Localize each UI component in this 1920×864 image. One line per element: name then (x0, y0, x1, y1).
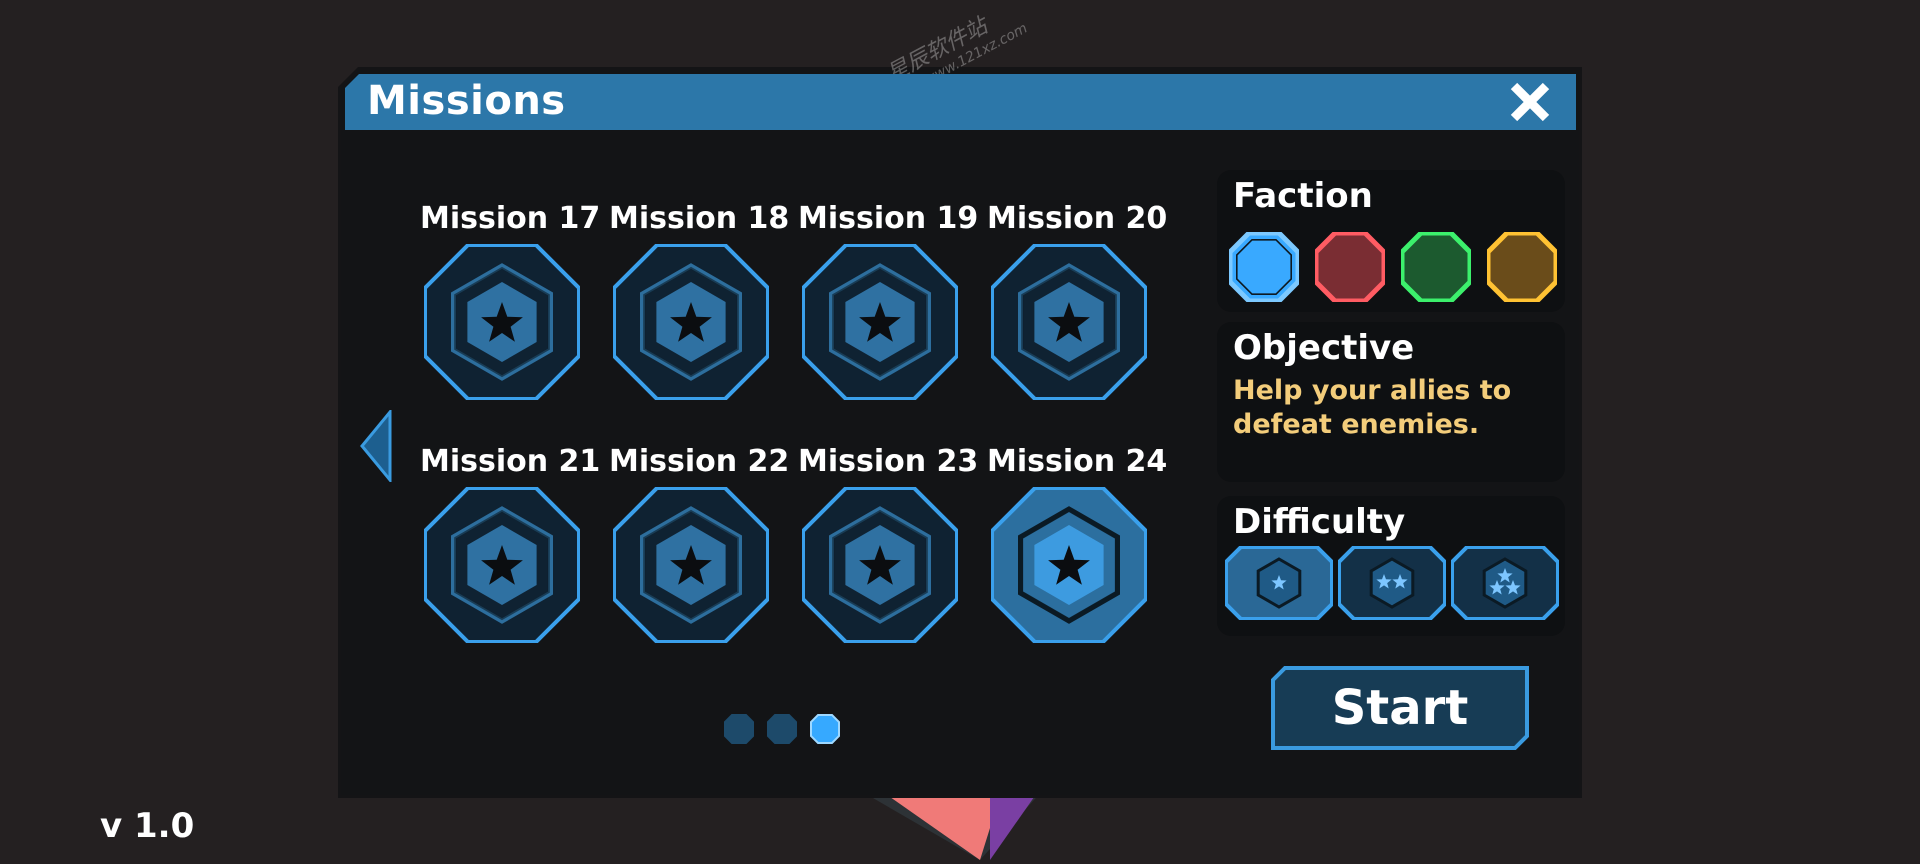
mission-badge-icon (802, 487, 958, 643)
difficulty-3-star-button[interactable] (1451, 546, 1559, 620)
mission-badge-icon (424, 244, 580, 400)
version-label: v 1.0 (100, 806, 195, 846)
mission-tile[interactable]: Mission 18 (609, 198, 790, 408)
faction-green-button[interactable] (1401, 232, 1471, 302)
start-button[interactable]: Start (1271, 666, 1529, 750)
difficulty-title: Difficulty (1233, 502, 1406, 542)
mission-label: Mission 21 (420, 444, 601, 479)
page-dot[interactable] (724, 714, 754, 744)
mission-label: Mission 23 (798, 444, 979, 479)
mission-label: Mission 24 (987, 444, 1168, 479)
faction-blue-button[interactable] (1229, 232, 1299, 302)
previous-page-arrow-icon[interactable] (360, 410, 394, 482)
mission-tile[interactable]: Mission 20 (987, 198, 1168, 408)
mission-badge-icon (802, 244, 958, 400)
page-dot[interactable] (767, 714, 797, 744)
mission-label: Mission 18 (609, 201, 790, 236)
faction-panel: Faction (1217, 170, 1565, 312)
objective-title: Objective (1233, 328, 1415, 368)
mission-tile[interactable]: Mission 22 (609, 441, 790, 651)
mission-badge-icon (991, 487, 1147, 643)
difficulty-panel: Difficulty (1217, 496, 1565, 636)
faction-yellow-button[interactable] (1487, 232, 1557, 302)
objective-panel: Objective Help your allies to defeat ene… (1217, 322, 1565, 482)
mission-label: Mission 19 (798, 201, 979, 236)
mission-badge-icon (991, 244, 1147, 400)
faction-title: Faction (1233, 176, 1373, 216)
start-button-label: Start (1331, 680, 1469, 736)
mission-tile[interactable]: Mission 24 (987, 441, 1168, 651)
mission-tile[interactable]: Mission 21 (420, 441, 601, 651)
dialog-header: Missions (345, 74, 1576, 130)
difficulty-2-star-button[interactable] (1338, 546, 1446, 620)
mission-badge-icon (613, 487, 769, 643)
mission-tile[interactable]: Mission 23 (798, 441, 979, 651)
mission-label: Mission 20 (987, 201, 1168, 236)
mission-tile[interactable]: Mission 17 (420, 198, 601, 408)
difficulty-1-star-button[interactable] (1225, 546, 1333, 620)
page-dot[interactable] (810, 714, 840, 744)
faction-red-button[interactable] (1315, 232, 1385, 302)
mission-tile[interactable]: Mission 19 (798, 198, 979, 408)
mission-label: Mission 22 (609, 444, 790, 479)
mission-badge-icon (613, 244, 769, 400)
objective-text: Help your allies to defeat enemies. (1233, 375, 1512, 440)
mission-badge-icon (424, 487, 580, 643)
dialog-title: Missions (367, 78, 566, 124)
mission-label: Mission 17 (420, 201, 601, 236)
close-icon[interactable] (1508, 80, 1552, 124)
